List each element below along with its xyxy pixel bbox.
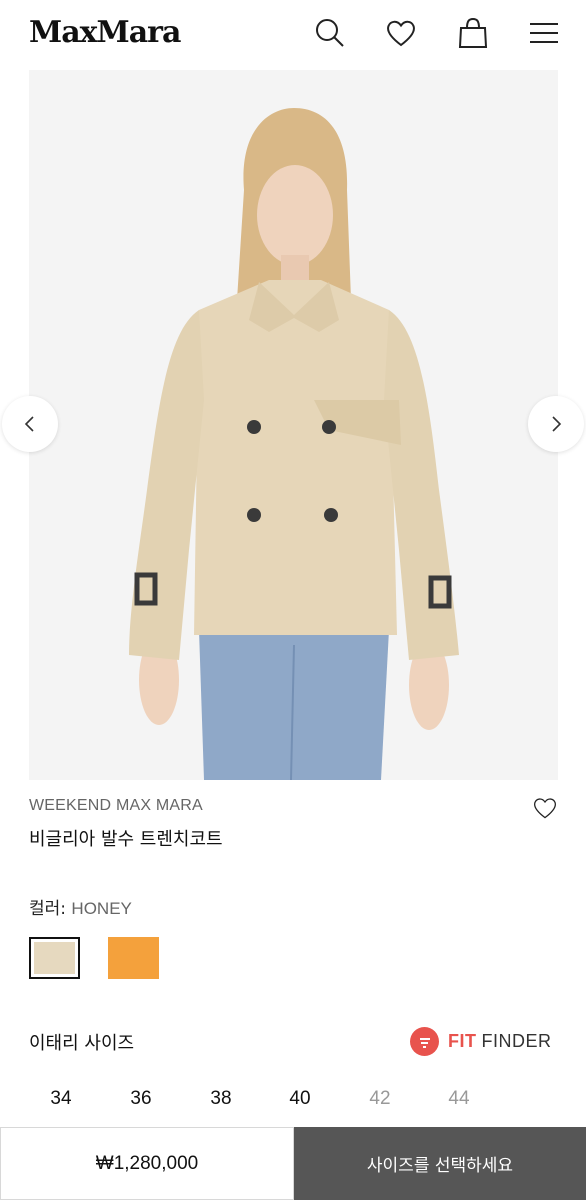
gallery-next-button[interactable] xyxy=(528,396,584,452)
color-swatch-honey[interactable] xyxy=(29,937,80,979)
size-option-34[interactable]: 34 xyxy=(31,1088,91,1110)
header: MaxMara xyxy=(0,0,586,70)
product-brand[interactable]: WEEKEND MAX MARA xyxy=(29,797,203,815)
fit-finder-label-fit: FIT xyxy=(448,1031,477,1051)
heart-icon[interactable] xyxy=(383,14,419,52)
fit-finder-button[interactable]: FIT FINDER xyxy=(410,1027,552,1056)
swatch-fill xyxy=(34,942,75,974)
size-option-36[interactable]: 36 xyxy=(111,1088,171,1110)
selected-color-value: HONEY xyxy=(71,899,132,918)
search-icon[interactable] xyxy=(312,14,348,52)
product-image[interactable] xyxy=(29,70,558,780)
size-option-38[interactable]: 38 xyxy=(191,1088,251,1110)
size-option-42[interactable]: 42 xyxy=(350,1088,410,1110)
product-name: 비글리아 발수 트렌치코트 xyxy=(29,829,223,850)
wishlist-button[interactable] xyxy=(530,794,560,822)
size-option-44[interactable]: 44 xyxy=(429,1088,489,1110)
color-swatch-orange[interactable] xyxy=(108,937,159,979)
size-options: 34 36 38 40 42 44 xyxy=(0,1088,586,1114)
color-label: 컬러: HONEY xyxy=(29,894,132,919)
color-label-text: 컬러: xyxy=(29,899,72,919)
size-title: 이태리 사이즈 xyxy=(29,1033,135,1054)
heart-outline-icon xyxy=(534,798,556,819)
menu-icon[interactable] xyxy=(526,14,562,52)
swatch-fill xyxy=(108,937,159,979)
brand-logo[interactable]: MaxMara xyxy=(29,15,181,50)
chevron-right-icon xyxy=(552,416,562,432)
price-display: ₩1,280,000 xyxy=(0,1127,294,1200)
product-photo xyxy=(29,70,558,780)
purchase-bar: ₩1,280,000 사이즈를 선택하세요 xyxy=(0,1127,586,1200)
size-option-40[interactable]: 40 xyxy=(270,1088,330,1110)
gallery-prev-button[interactable] xyxy=(2,396,58,452)
select-size-button[interactable]: 사이즈를 선택하세요 xyxy=(294,1127,586,1200)
fit-finder-label-finder: FINDER xyxy=(481,1031,552,1051)
bag-icon[interactable] xyxy=(455,14,491,52)
fit-finder-icon xyxy=(410,1027,439,1056)
chevron-left-icon xyxy=(24,416,34,432)
